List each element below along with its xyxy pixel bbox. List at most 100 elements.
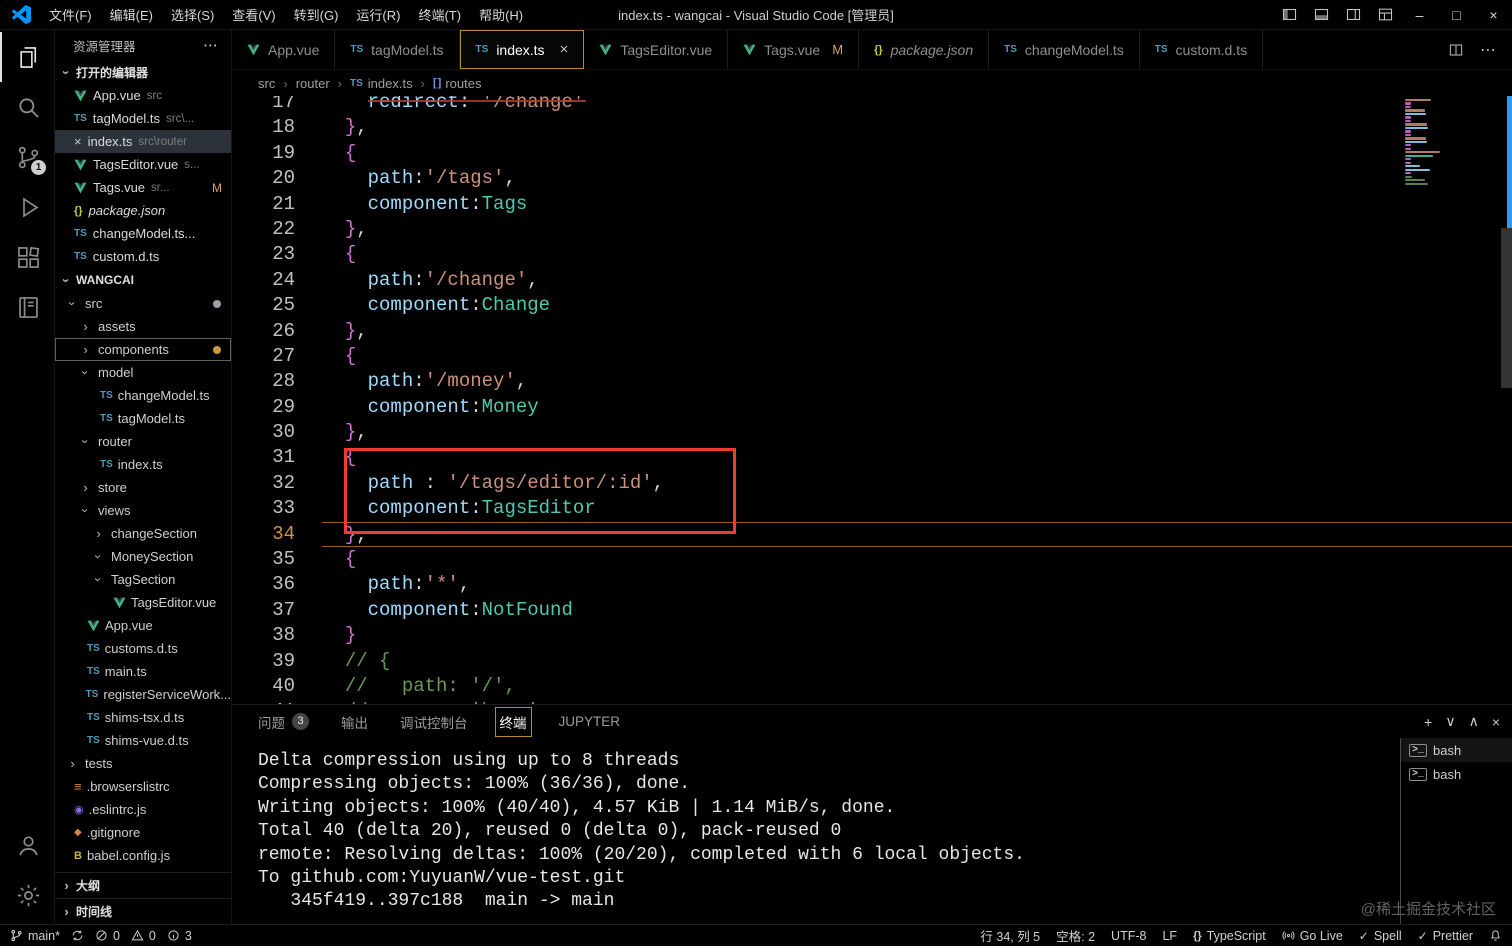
code-line-37[interactable]: 37 component:NotFound xyxy=(232,598,1512,623)
status-sync[interactable] xyxy=(71,929,84,942)
tree-item-src[interactable]: › src xyxy=(55,292,231,315)
code-line-22[interactable]: 22 }, xyxy=(232,217,1512,242)
minimap[interactable] xyxy=(1405,99,1500,185)
timeline-section-header[interactable]: › 时间线 xyxy=(55,898,231,924)
menu-goto[interactable]: 转到(G) xyxy=(285,8,348,23)
panel-tab-debug-console[interactable]: 调试控制台 xyxy=(400,712,468,732)
status-go-live[interactable]: Go Live xyxy=(1282,929,1343,943)
menu-run[interactable]: 运行(R) xyxy=(347,8,409,23)
open-editor-tagseditor-vue[interactable]: TagsEditor.vue s... xyxy=(55,153,231,176)
tree-item-assets[interactable]: › assets xyxy=(55,315,231,338)
terminal-output[interactable]: Delta compression using up to 8 threads C… xyxy=(232,738,1400,924)
terminal-instance-bash[interactable]: >_ bash xyxy=(1401,762,1512,786)
tree-item-moneysection[interactable]: › MoneySection xyxy=(55,545,231,568)
panel-action-new-terminal[interactable]: + xyxy=(1424,714,1432,730)
panel-tab-jupyter[interactable]: JUPYTER xyxy=(559,714,621,729)
tab-app-vue[interactable]: App.vue xyxy=(232,30,336,69)
open-editor-package-json[interactable]: {} package.json xyxy=(55,199,231,222)
code-line-36[interactable]: 36 path:'*', xyxy=(232,572,1512,597)
code-line-31[interactable]: 31 { xyxy=(232,445,1512,470)
minimize-button[interactable]: – xyxy=(1401,0,1438,30)
tree-item-changemodel-ts[interactable]: TS changeModel.ts xyxy=(55,384,231,407)
tree-item-tagseditor-vue[interactable]: TagsEditor.vue xyxy=(55,591,231,614)
code-line-33[interactable]: 33 component:TagsEditor xyxy=(232,496,1512,521)
editor-scrollbar[interactable] xyxy=(1501,228,1512,388)
code-line-39[interactable]: 39 // { xyxy=(232,649,1512,674)
activity-search[interactable] xyxy=(0,82,54,132)
code-line-32[interactable]: 32 path : '/tags/editor/:id', xyxy=(232,471,1512,496)
menu-help[interactable]: 帮助(H) xyxy=(470,8,532,23)
menu-file[interactable]: 文件(F) xyxy=(40,8,101,23)
status-prettier[interactable]: ✓ Prettier xyxy=(1418,929,1473,943)
code-line-25[interactable]: 25 component:Change xyxy=(232,293,1512,318)
tree-item-customs-d-ts[interactable]: TS customs.d.ts xyxy=(55,637,231,660)
open-editor-app-vue[interactable]: App.vue src xyxy=(55,84,231,107)
tree-item-components[interactable]: › components xyxy=(55,338,231,361)
status-spell[interactable]: ✓ Spell xyxy=(1359,929,1402,943)
status-eol[interactable]: LF xyxy=(1162,929,1177,943)
tree-item-tagsection[interactable]: › TagSection xyxy=(55,568,231,591)
layout-sidebar-icon[interactable] xyxy=(1273,0,1305,30)
activity-settings[interactable] xyxy=(0,870,54,920)
code-line-19[interactable]: 19 { xyxy=(232,141,1512,166)
close-icon[interactable]: × xyxy=(560,41,569,58)
panel-tab-output[interactable]: 输出 xyxy=(341,712,368,732)
layout-secondary-icon[interactable] xyxy=(1337,0,1369,30)
activity-source-control[interactable]: 1 xyxy=(0,132,54,182)
close-button[interactable]: × xyxy=(1475,0,1512,30)
code-line-27[interactable]: 27 { xyxy=(232,344,1512,369)
code-line-35[interactable]: 35 { xyxy=(232,547,1512,572)
panel-action-maximize-panel[interactable]: ∧ xyxy=(1469,713,1479,730)
tab-index-ts[interactable]: TS index.ts × xyxy=(459,30,585,69)
breadcrumb-src[interactable]: src xyxy=(258,76,275,91)
open-editor-changemodel-ts[interactable]: TS changeModel.ts... xyxy=(55,222,231,245)
layout-custom-icon[interactable] xyxy=(1369,0,1401,30)
split-editor-icon[interactable] xyxy=(1448,42,1464,58)
tree-item-views[interactable]: › views xyxy=(55,499,231,522)
tree-item-shims-vue-d-ts[interactable]: TS shims-vue.d.ts xyxy=(55,729,231,752)
menu-selection[interactable]: 选择(S) xyxy=(162,8,223,23)
project-section-header[interactable]: › WANGCAI xyxy=(55,268,231,292)
code-line-20[interactable]: 20 path:'/tags', xyxy=(232,166,1512,191)
panel-tab-problems[interactable]: 问题 3 xyxy=(258,712,309,732)
code-line-28[interactable]: 28 path:'/money', xyxy=(232,369,1512,394)
status-warnings[interactable]: 0 xyxy=(131,929,156,943)
tree-item-changesection[interactable]: › changeSection xyxy=(55,522,231,545)
layout-panel-icon[interactable] xyxy=(1305,0,1337,30)
menu-terminal[interactable]: 终端(T) xyxy=(409,8,470,23)
activity-run-debug[interactable] xyxy=(0,182,54,232)
tab-tagseditor-vue[interactable]: TagsEditor.vue xyxy=(584,30,729,69)
open-editor-index-ts[interactable]: × index.ts src\router xyxy=(55,130,231,153)
tab-tagmodel-ts[interactable]: TS tagModel.ts xyxy=(335,30,460,69)
status-info[interactable]: 3 xyxy=(167,929,192,943)
open-editor-tags-vue[interactable]: Tags.vue sr... M xyxy=(55,176,231,199)
tree-item-browserslistrc[interactable]: ≡ .browserslistrc xyxy=(55,775,231,798)
panel-action-terminal-dropdown[interactable]: ∨ xyxy=(1445,713,1455,730)
activity-extensions[interactable] xyxy=(0,232,54,282)
tree-item-shims-tsx-d-ts[interactable]: TS shims-tsx.d.ts xyxy=(55,706,231,729)
code-line-29[interactable]: 29 component:Money xyxy=(232,395,1512,420)
open-editor-custom-d-ts[interactable]: TS custom.d.ts xyxy=(55,245,231,268)
tree-item-model[interactable]: › model xyxy=(55,361,231,384)
status-errors[interactable]: 0 xyxy=(95,929,120,943)
code-line-38[interactable]: 38 } xyxy=(232,623,1512,648)
code-line-18[interactable]: 18 }, xyxy=(232,115,1512,140)
tree-item-eslintrc-js[interactable]: ◉ .eslintrc.js xyxy=(55,798,231,821)
code-line-24[interactable]: 24 path:'/change', xyxy=(232,268,1512,293)
menu-edit[interactable]: 编辑(E) xyxy=(101,8,162,23)
tree-item-main-ts[interactable]: TS main.ts xyxy=(55,660,231,683)
status-indentation[interactable]: 空格: 2 xyxy=(1056,926,1095,945)
tab-tags-vue[interactable]: Tags.vue M xyxy=(728,30,860,69)
breadcrumb-index-ts[interactable]: TS index.ts xyxy=(350,76,413,91)
panel-tab-terminal[interactable]: 终端 xyxy=(494,706,532,737)
breadcrumb-router[interactable]: router xyxy=(296,76,330,91)
close-icon[interactable]: × xyxy=(74,134,82,149)
tree-item-babel-config-js[interactable]: Bbabel.config.js xyxy=(55,844,231,867)
code-line-17[interactable]: 17 redirect: '/change' xyxy=(232,96,1512,115)
activity-notebook[interactable] xyxy=(0,282,54,332)
terminal-instance-bash[interactable]: >_ bash xyxy=(1401,738,1512,762)
status-cursor-position[interactable]: 行 34, 列 5 xyxy=(980,926,1040,945)
tree-item-app-vue[interactable]: App.vue xyxy=(55,614,231,637)
tab-package-json[interactable]: {} package.json xyxy=(859,30,990,69)
code-line-21[interactable]: 21 component:Tags xyxy=(232,192,1512,217)
